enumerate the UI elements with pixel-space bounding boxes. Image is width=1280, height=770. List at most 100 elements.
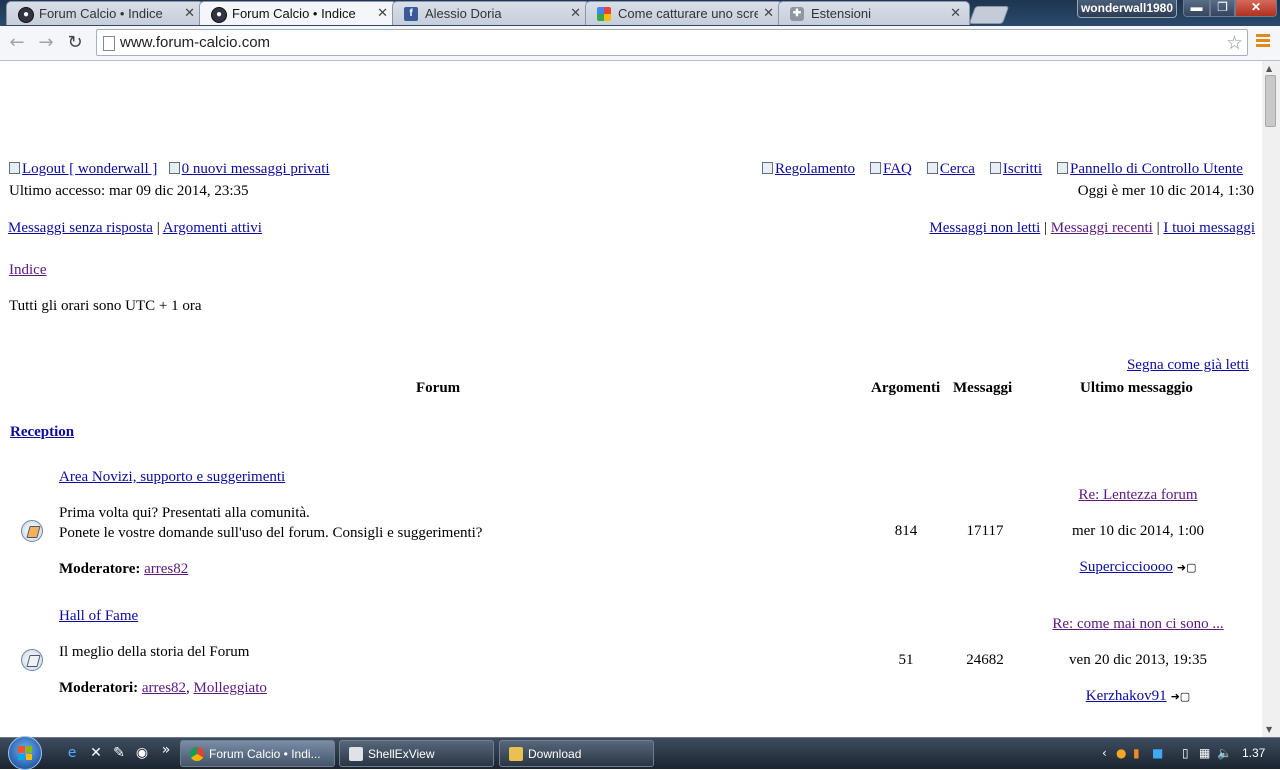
category-title: Reception	[10, 424, 74, 441]
tray-expand-icon[interactable]: ‹	[1102, 746, 1107, 760]
timezone-text: Tutti gli orari sono UTC + 1 ora	[9, 298, 202, 314]
members-link[interactable]: Iscritti	[1003, 161, 1042, 177]
moderator-link[interactable]: arres82	[144, 561, 188, 577]
private-messages-icon	[168, 162, 180, 174]
browser-menu-icon[interactable]	[1256, 34, 1270, 49]
taskbar-button-shellexview[interactable]: ShellExView	[339, 740, 494, 767]
last-post-author-link[interactable]: Kerzhakov91	[1086, 688, 1167, 704]
own-posts-link[interactable]: I tuoi messaggi	[1163, 220, 1255, 236]
tab-strip: ● Forum Calcio • Indice ✕ ● Forum Calcio…	[0, 0, 1280, 26]
close-window-button[interactable]: ✕	[1235, 0, 1277, 17]
view-latest-post-icon[interactable]: ➜▢	[1171, 690, 1191, 703]
tab-forum-calcio-2[interactable]: ● Forum Calcio • Indice ✕	[199, 1, 397, 25]
active-topics-link[interactable]: Argomenti attivi	[163, 220, 262, 236]
new-tab-button[interactable]	[968, 6, 1010, 24]
breadcrumb-index-link[interactable]: Indice	[9, 262, 46, 278]
user-control-panel-link[interactable]: Pannello di Controllo Utente	[1070, 161, 1243, 177]
forum-moderators: Moderatori: arres82, Molleggiato	[59, 680, 267, 697]
members-icon	[989, 162, 1001, 174]
forward-arrow-icon[interactable]: →	[35, 32, 57, 54]
close-tab-icon[interactable]: ✕	[950, 5, 961, 21]
unread-posts-link[interactable]: Messaggi non letti	[929, 220, 1040, 236]
tab-facebook[interactable]: f Alessio Doria ✕	[392, 1, 590, 25]
forum-unread-icon	[21, 520, 43, 542]
tray-app-icon[interactable]: ▮	[1133, 746, 1140, 760]
last-post-title-link[interactable]: Re: Lentezza forum	[1078, 487, 1197, 503]
column-header-last-post: Ultimo messaggio	[1080, 380, 1193, 396]
scrollbar-thumb[interactable]	[1265, 75, 1276, 127]
faq-icon	[869, 162, 881, 174]
last-post-title-link[interactable]: Re: come mai non ci sono ...	[1052, 616, 1223, 632]
forum-description-line: Ponete le vostre domande sull'uso del fo…	[59, 525, 483, 541]
close-tab-icon[interactable]: ✕	[184, 5, 195, 21]
user-links-left: Logout [ wonderwall ] 0 nuovi messaggi p…	[9, 161, 330, 178]
tray-device-icon[interactable]: ▯	[1182, 746, 1189, 760]
tab-google[interactable]: Come catturare uno scree ✕	[585, 1, 783, 25]
taskbar-button-label: ShellExView	[368, 747, 435, 761]
close-tab-icon[interactable]: ✕	[763, 5, 774, 21]
page-content: Logout [ wonderwall ] 0 nuovi messaggi p…	[0, 61, 1262, 737]
taskbar-button-chrome[interactable]: Forum Calcio • Indi...	[180, 740, 335, 767]
recent-posts-link[interactable]: Messaggi recenti	[1051, 220, 1153, 236]
back-arrow-icon[interactable]: ←	[6, 32, 28, 54]
url-text[interactable]: www.forum-calcio.com	[120, 34, 270, 51]
start-button[interactable]	[8, 736, 42, 770]
private-messages-link[interactable]: 0 nuovi messaggi privati	[182, 161, 330, 177]
forum-description-line: Prima volta qui? Presentati alla comunit…	[59, 505, 310, 521]
forum-title-container: Area Novizi, supporto e suggerimenti	[59, 469, 285, 486]
tray-app-icon[interactable]: ●	[1116, 746, 1126, 760]
windows-taskbar: e ✕ ✎ ◉ » Forum Calcio • Indi... ShellEx…	[0, 736, 1280, 770]
xbox-icon[interactable]: ✕	[88, 745, 104, 761]
faq-link[interactable]: FAQ	[883, 161, 912, 177]
forum-title-link[interactable]: Area Novizi, supporto e suggerimenti	[59, 469, 285, 485]
globe-icon: ●	[211, 7, 227, 23]
last-post-title-container: Re: come mai non ci sono ...	[1028, 616, 1248, 633]
internet-explorer-icon[interactable]: e	[64, 745, 80, 761]
profile-button[interactable]: wonderwall1980	[1077, 0, 1177, 18]
logout-link[interactable]: Logout [ wonderwall ]	[22, 161, 157, 177]
category-reception-link[interactable]: Reception	[10, 424, 74, 440]
rules-link[interactable]: Regolamento	[775, 161, 855, 177]
unanswered-posts-link[interactable]: Messaggi senza risposta	[8, 220, 153, 236]
last-visit-text: Ultimo accesso: mar 09 dic 2014, 23:35	[9, 183, 249, 199]
column-header-topics: Argomenti	[871, 380, 941, 396]
address-bar[interactable]: www.forum-calcio.com ☆	[96, 29, 1248, 56]
minimize-button[interactable]: ▬	[1183, 0, 1210, 17]
link-separator: |	[156, 220, 160, 236]
bookmark-star-icon[interactable]: ☆	[1226, 32, 1243, 54]
view-latest-post-icon[interactable]: ➜▢	[1177, 561, 1197, 574]
media-player-icon[interactable]: ◉	[134, 745, 150, 761]
last-post-date: mer 10 dic 2014, 1:00	[1071, 523, 1205, 539]
column-header-posts: Messaggi	[953, 380, 1013, 396]
mark-forums-read-link[interactable]: Segna come già letti	[1127, 357, 1249, 373]
notepad-icon[interactable]: ✎	[111, 745, 127, 761]
network-icon[interactable]: ▦	[1199, 746, 1210, 760]
vertical-scrollbar[interactable]: ▲ ▼	[1262, 61, 1280, 737]
search-link[interactable]: Cerca	[940, 161, 975, 177]
tray-app-icon[interactable]: ■	[1152, 746, 1163, 760]
tab-title: Come catturare uno scree	[618, 6, 758, 21]
scroll-up-arrow-icon[interactable]: ▲	[1266, 64, 1272, 73]
system-clock[interactable]: 1.37	[1242, 746, 1265, 760]
tab-extensions[interactable]: ✚ Estensioni ✕	[778, 1, 970, 25]
reload-icon[interactable]: ↻	[64, 32, 86, 54]
folder-icon	[509, 747, 523, 761]
close-tab-icon[interactable]: ✕	[570, 5, 581, 21]
moderator-link[interactable]: Molleggiato	[194, 680, 267, 696]
scroll-down-arrow-icon[interactable]: ▼	[1266, 725, 1272, 734]
moderator-link[interactable]: arres82	[142, 680, 186, 696]
moderator-label: Moderatore:	[59, 561, 141, 577]
maximize-button[interactable]: ❐	[1210, 0, 1235, 17]
forum-title-link[interactable]: Hall of Fame	[59, 608, 138, 624]
user-control-panel-icon	[1057, 162, 1069, 174]
taskbar-button-download[interactable]: Download	[499, 740, 654, 767]
link-separator: |	[1156, 220, 1160, 236]
tab-forum-calcio-1[interactable]: ● Forum Calcio • Indice ✕	[6, 1, 204, 25]
volume-icon[interactable]: 🔈	[1217, 746, 1232, 760]
current-time-text: Oggi è mer 10 dic 2014, 1:30	[1077, 183, 1254, 199]
quicklaunch-more-icon[interactable]: »	[158, 742, 174, 758]
close-tab-icon[interactable]: ✕	[377, 5, 388, 21]
chrome-icon	[190, 747, 204, 761]
last-post-author-container: Kerzhakov91 ➜▢	[1028, 688, 1248, 705]
last-post-author-link[interactable]: Superciccioooo	[1080, 559, 1173, 575]
